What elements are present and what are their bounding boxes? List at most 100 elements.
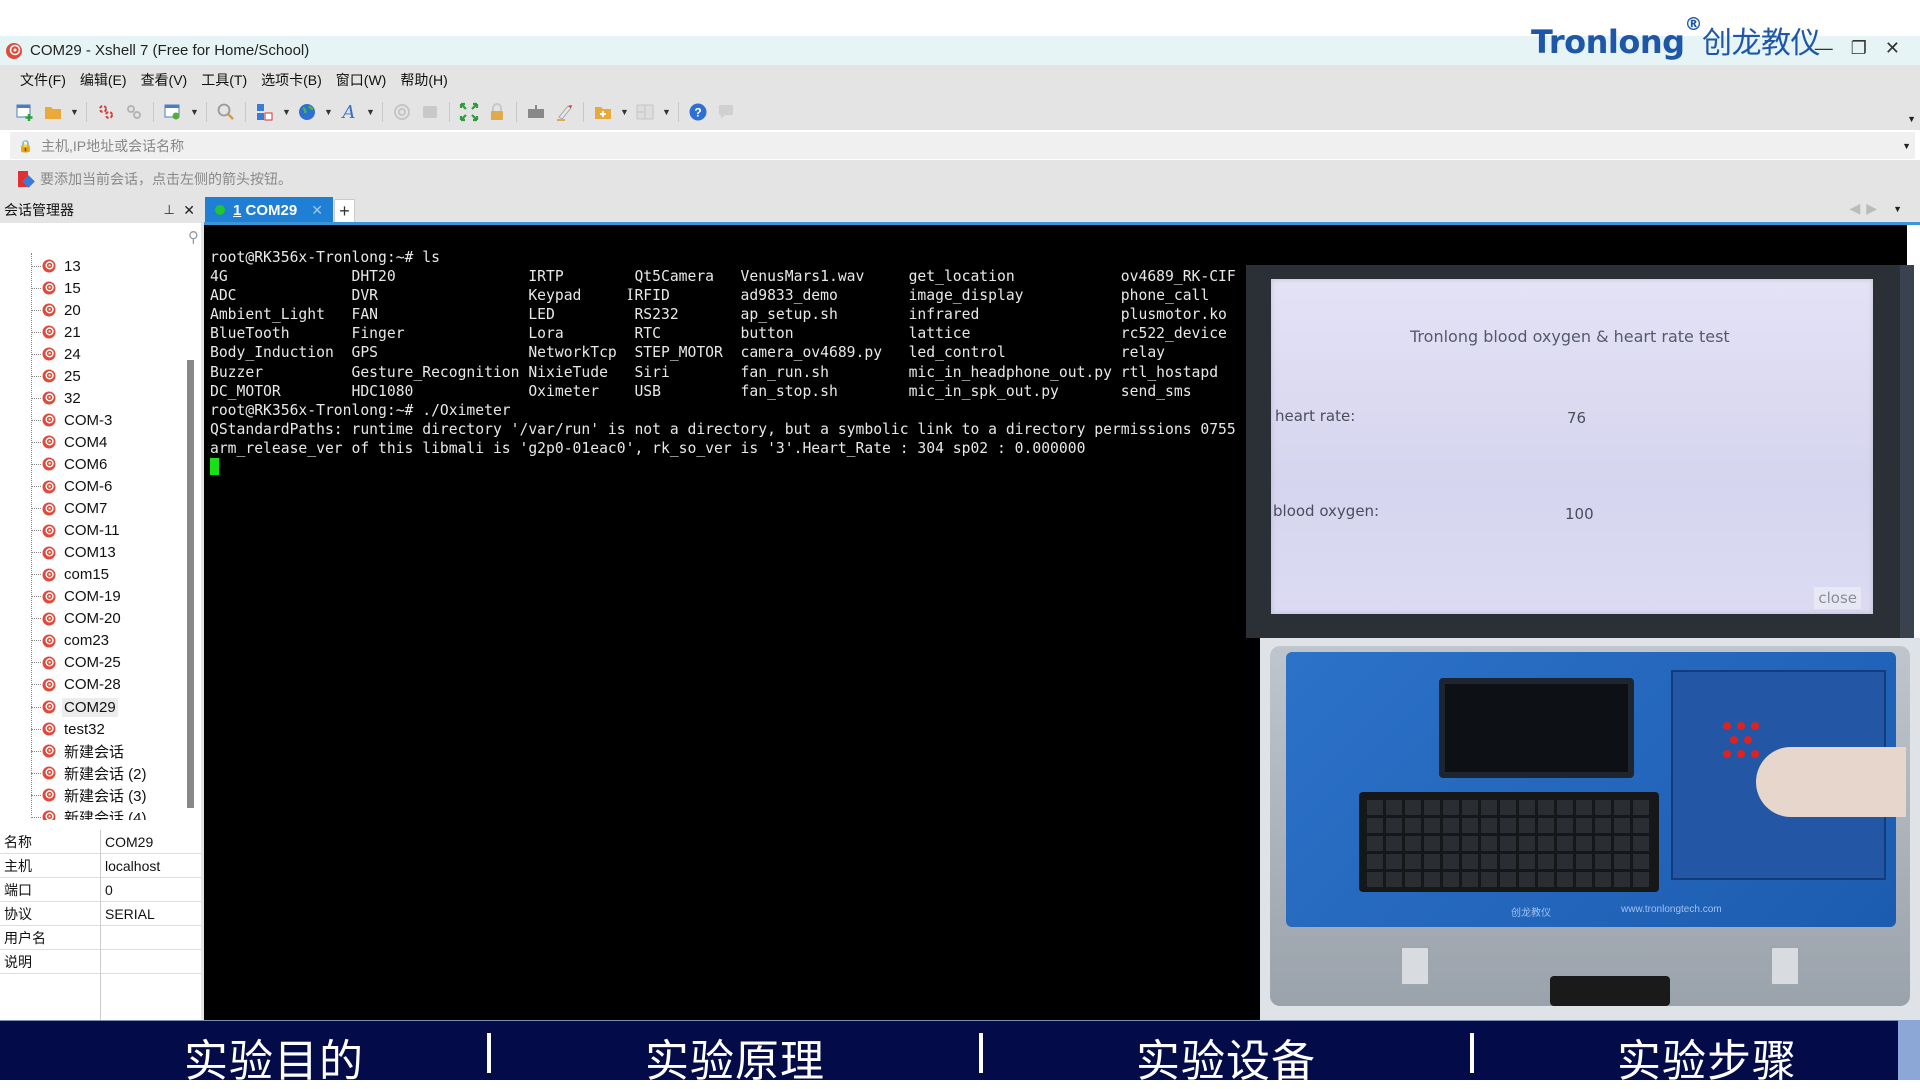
session-tree-scrollbar[interactable] (187, 360, 194, 808)
address-bar[interactable]: 🔒 主机,IP地址或会话名称 ▼ (10, 132, 1915, 159)
heart-rate-label: heart rate: (1275, 407, 1356, 425)
new-tab-button[interactable]: + (334, 199, 355, 223)
new-session-icon[interactable] (14, 101, 36, 123)
toolbar-overflow-icon[interactable]: ▼ (1907, 114, 1916, 124)
session-item[interactable]: COM29 (31, 696, 118, 718)
session-item[interactable]: COM-3 (31, 409, 114, 431)
reconnect-icon[interactable] (123, 101, 145, 123)
banner-item-steps[interactable]: 实验步骤 (1617, 1025, 1797, 1089)
session-item[interactable]: 13 (31, 255, 83, 277)
oximeter-close-button[interactable]: close (1814, 587, 1861, 609)
session-item[interactable]: COM6 (31, 453, 109, 475)
find-icon[interactable] (215, 101, 237, 123)
add-session-flag-icon[interactable] (18, 170, 32, 187)
property-value: COM29 (105, 833, 154, 850)
session-item[interactable]: 32 (31, 387, 83, 409)
session-item[interactable]: 21 (31, 321, 83, 343)
banner-item-purpose[interactable]: 实验目的 (184, 1025, 364, 1089)
session-item[interactable]: 15 (31, 277, 83, 299)
menu-bar: 文件(F) 编辑(E) 查看(V) 工具(T) 选项卡(B) 窗口(W) 帮助(… (0, 65, 1920, 94)
tab-list-dropdown-icon[interactable]: ▼ (1893, 204, 1902, 214)
session-label: com15 (64, 566, 110, 584)
help-icon[interactable]: ? (687, 101, 709, 123)
layout-dropdown-icon[interactable]: ▼ (662, 107, 671, 117)
session-item[interactable]: COM-28 (31, 674, 123, 696)
terminal-cursor (210, 458, 219, 475)
banner-item-equipment[interactable]: 实验设备 (1136, 1025, 1316, 1089)
font-dropdown-icon[interactable]: ▼ (366, 107, 375, 117)
tab-navigation: ◀ ▶ ▼ (1850, 200, 1902, 217)
session-item[interactable]: COM-6 (31, 476, 114, 498)
session-icon (42, 391, 56, 405)
keyboard-icon[interactable] (525, 101, 547, 123)
menu-edit[interactable]: 编辑(E) (80, 70, 127, 90)
menu-window[interactable]: 窗口(W) (336, 70, 387, 90)
disconnect-icon[interactable] (95, 101, 117, 123)
xmanager-icon[interactable] (419, 101, 441, 123)
properties-dropdown-icon[interactable]: ▼ (190, 107, 199, 117)
tree-connector (31, 486, 41, 487)
session-properties-icon[interactable] (162, 101, 184, 123)
session-icon (42, 524, 56, 538)
session-item[interactable]: 24 (31, 343, 83, 365)
session-item[interactable]: test32 (31, 718, 107, 740)
session-item[interactable]: 20 (31, 299, 83, 321)
banner-item-principle[interactable]: 实验原理 (645, 1025, 825, 1089)
session-item[interactable]: COM-11 (31, 520, 122, 542)
fullscreen-icon[interactable] (458, 101, 480, 123)
search-icon[interactable]: ⚲ (188, 228, 199, 246)
close-button[interactable]: ✕ (1885, 38, 1900, 59)
menu-tabs[interactable]: 选项卡(B) (261, 70, 322, 90)
font-icon[interactable]: A (338, 101, 360, 123)
session-item[interactable]: 新建会话 (3) (31, 784, 149, 806)
session-item[interactable]: com15 (31, 564, 111, 586)
lock-icon[interactable] (486, 101, 508, 123)
tab-com29[interactable]: 1 COM29 ✕ (205, 197, 333, 223)
tab-next-icon[interactable]: ▶ (1866, 200, 1877, 217)
menu-tools[interactable]: 工具(T) (201, 70, 247, 90)
address-dropdown-icon[interactable]: ▼ (1902, 141, 1911, 151)
menu-view[interactable]: 查看(V) (141, 70, 188, 90)
session-icon (42, 810, 56, 820)
session-search-input[interactable]: ⚲ (0, 225, 203, 252)
session-item[interactable]: com23 (31, 630, 111, 652)
session-item[interactable]: COM-19 (31, 586, 123, 608)
session-label: COM6 (64, 455, 108, 473)
session-item[interactable]: 新建会话 (4) (31, 806, 149, 820)
open-folder-icon[interactable] (42, 101, 64, 123)
banner-edge (1898, 1020, 1920, 1080)
session-item[interactable]: COM4 (31, 431, 109, 453)
pin-icon[interactable]: ⊥ (164, 202, 175, 218)
xftp-icon[interactable] (391, 101, 413, 123)
new-tab-group-icon[interactable] (592, 101, 614, 123)
close-panel-icon[interactable]: ✕ (183, 202, 195, 219)
transfer-dropdown-icon[interactable]: ▼ (282, 107, 291, 117)
globe-dropdown-icon[interactable]: ▼ (324, 107, 333, 117)
session-item[interactable]: 新建会话 (2) (31, 762, 149, 784)
layout-icon[interactable] (634, 101, 656, 123)
tab-prev-icon[interactable]: ◀ (1850, 200, 1861, 217)
hand (1756, 747, 1906, 817)
globe-icon[interactable] (296, 101, 318, 123)
session-icon (42, 413, 56, 427)
session-item[interactable]: COM-25 (31, 652, 123, 674)
menu-help[interactable]: 帮助(H) (400, 70, 447, 90)
session-icon (42, 788, 56, 802)
close-tab-icon[interactable]: ✕ (311, 202, 323, 219)
highlight-icon[interactable] (553, 101, 575, 123)
session-item[interactable]: COM7 (31, 498, 109, 520)
property-key: 说明 (0, 950, 101, 973)
chat-icon[interactable] (715, 101, 737, 123)
restore-button[interactable]: ❐ (1851, 38, 1867, 59)
session-item[interactable]: 新建会话 (31, 740, 126, 762)
tab-group-dropdown-icon[interactable]: ▼ (620, 107, 629, 117)
session-item[interactable]: COM13 (31, 542, 118, 564)
session-item[interactable]: COM-20 (31, 608, 123, 630)
session-item[interactable]: 25 (31, 365, 83, 387)
session-label: 新建会话 (3) (64, 787, 147, 805)
menu-file[interactable]: 文件(F) (20, 70, 66, 90)
transfer-icon[interactable] (254, 101, 276, 123)
tree-connector (31, 353, 41, 355)
session-label: COM29 (62, 697, 118, 717)
open-dropdown-icon[interactable]: ▼ (70, 107, 79, 117)
